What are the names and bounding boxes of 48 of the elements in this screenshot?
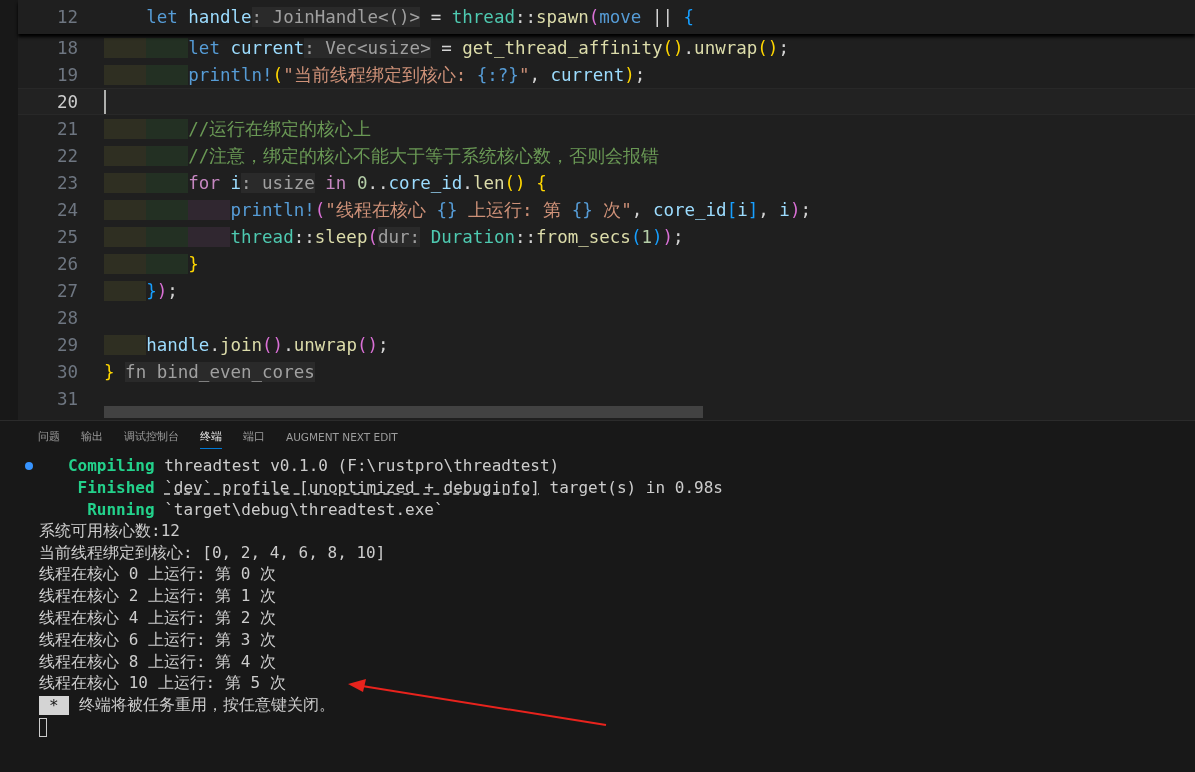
panel-tab[interactable]: 问题 xyxy=(38,429,60,449)
line-number: 26 xyxy=(55,253,78,274)
terminal-line: Running `target\debug\threadtest.exe` xyxy=(86,500,444,519)
panel-tab[interactable]: 调试控制台 xyxy=(124,429,179,449)
code-line: println!("当前线程绑定到核心: {:?}", current); xyxy=(104,62,646,87)
panel-tab[interactable]: 终端 xyxy=(200,429,222,449)
terminal-line: 线程在核心 0 上运行: 第 0 次 xyxy=(39,564,277,586)
line-number: 27 xyxy=(55,280,78,301)
line-number: 25 xyxy=(55,226,78,247)
line-number: 29 xyxy=(55,334,78,355)
line-number: 24 xyxy=(55,199,78,220)
terminal-line: 系统可用核心数:12 xyxy=(39,520,180,542)
line-number: 19 xyxy=(55,64,78,85)
line-number: 30 xyxy=(55,361,78,382)
terminal-line: 线程在核心 10 上运行: 第 5 次 xyxy=(39,673,286,695)
terminal-cursor xyxy=(39,717,47,737)
code-line: thread::sleep(dur: Duration::from_secs(1)); xyxy=(104,226,684,247)
panel-tab[interactable]: 端口 xyxy=(243,429,265,449)
terminal-badge: * xyxy=(39,696,69,716)
terminal-line: 当前线程绑定到核心: [0, 2, 4, 6, 8, 10] xyxy=(39,542,386,564)
code-line: for i: usize in 0..core_id.len() { xyxy=(104,172,547,193)
terminal-line: 线程在核心 4 上运行: 第 2 次 xyxy=(39,607,277,629)
code-line: println!("线程在核心 {} 上运行: 第 {} 次", core_id[i], i); xyxy=(104,197,811,222)
scrollbar[interactable] xyxy=(104,406,703,418)
terminal-line: Compiling threadtest v0.1.0 (F:\rustpro\threadtest) xyxy=(66,456,560,476)
terminal-line: 线程在核心 8 上运行: 第 4 次 xyxy=(39,651,277,673)
panel-tab[interactable]: AUGMENT NEXT EDIT xyxy=(286,429,398,449)
code-line: let handle: JoinHandle<()> = thread::spawn(move || { xyxy=(145,7,695,27)
line-number: 12 xyxy=(55,7,78,27)
terminal-line: 线程在核心 6 上运行: 第 3 次 xyxy=(39,629,277,651)
terminal-line: 线程在核心 2 上运行: 第 1 次 xyxy=(39,586,277,608)
line-number: 23 xyxy=(55,172,78,193)
line-number: 22 xyxy=(55,145,78,166)
line-number: 20 xyxy=(55,91,78,112)
terminal-message: 终端将被任务重用，按任意键关闭。 xyxy=(78,695,335,717)
line-number: 18 xyxy=(55,37,78,58)
code-line: //运行在绑定的核心上 xyxy=(104,116,372,141)
text-cursor xyxy=(104,89,106,114)
panel-tab[interactable]: 输出 xyxy=(81,429,103,449)
code-line: handle.join().unwrap(); xyxy=(104,334,389,355)
terminal-line: Finished `dev` profile [unoptimized + debuginfo] target(s) in 0.98s xyxy=(76,478,723,498)
line-number: 28 xyxy=(55,307,78,328)
code-line: //注意，绑定的核心不能大于等于系统核心数，否则会报错 xyxy=(104,143,660,168)
code-line: } fn bind_even_cores xyxy=(104,361,315,382)
code-line: let current: Vec<usize> = get_thread_affinity().unwrap(); xyxy=(104,37,789,58)
line-number: 21 xyxy=(55,118,78,139)
line-number: 31 xyxy=(55,388,78,409)
code-line: } xyxy=(104,253,199,274)
